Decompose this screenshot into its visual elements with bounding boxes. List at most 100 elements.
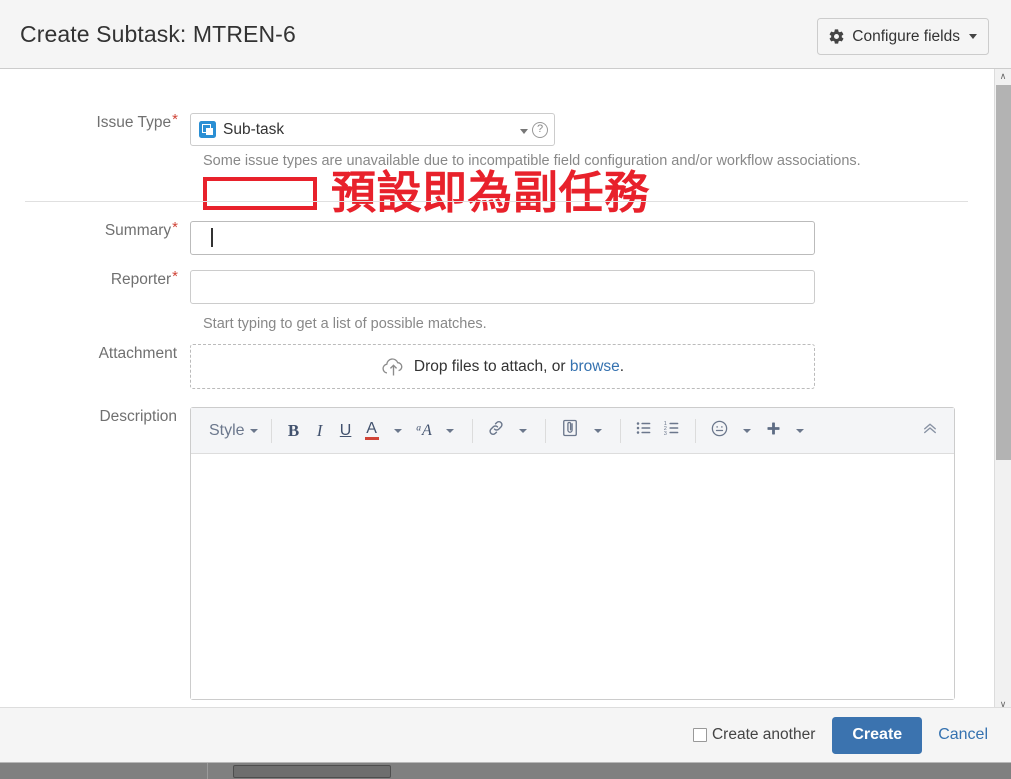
toolbar-insert-button[interactable]	[760, 416, 787, 446]
toolbar-separator	[544, 418, 546, 443]
toolbar-text-effects-dropdown[interactable]	[437, 416, 463, 446]
toolbar-link-dropdown[interactable]	[510, 416, 536, 446]
toolbar-emoji-dropdown[interactable]	[734, 416, 760, 446]
create-another-checkbox[interactable]: Create another	[692, 726, 816, 744]
field-row-summary: Summary*	[0, 219, 815, 255]
issue-type-label: Issue Type*	[0, 111, 190, 146]
sub-task-icon	[199, 121, 216, 138]
chevron-double-up-icon	[921, 419, 939, 442]
chevron-down-icon	[393, 428, 402, 433]
create-button[interactable]: Create	[832, 716, 923, 754]
browse-link[interactable]: browse	[570, 358, 620, 375]
reporter-input[interactable]	[190, 270, 815, 304]
cancel-button[interactable]: Cancel	[938, 726, 988, 744]
toolbar-text-color-dropdown[interactable]	[385, 416, 411, 446]
field-row-reporter: Reporter*	[0, 268, 815, 304]
plus-icon	[765, 420, 782, 442]
reporter-help-text: Start typing to get a list of possible m…	[203, 316, 487, 332]
attachment-label: Attachment	[0, 344, 190, 389]
dialog-footer: Create another Create Cancel	[0, 707, 1011, 762]
help-icon[interactable]: ?	[532, 122, 548, 138]
horizontal-scrollbar-thumb[interactable]	[233, 765, 391, 778]
cloud-upload-icon	[381, 356, 406, 378]
bullet-list-icon	[635, 419, 653, 442]
chevron-down-icon	[742, 428, 751, 433]
chevron-down-icon	[795, 428, 804, 433]
toolbar-separator	[694, 418, 696, 443]
field-row-attachment: Attachment Drop files to attach, or brow…	[0, 344, 815, 389]
chevron-down-icon	[593, 428, 602, 433]
toolbar-emoji-button[interactable]	[705, 416, 734, 446]
description-editor: Style B I U A ᵃA 1 2 3	[190, 407, 955, 700]
toolbar-style-label: Style	[209, 421, 245, 439]
horizontal-scrollbar[interactable]	[0, 762, 1011, 779]
attachment-label-text: Attachment	[98, 345, 177, 362]
toolbar-style-button[interactable]: Style	[201, 416, 262, 446]
field-row-issue-type: Issue Type* Sub-task ?	[0, 111, 555, 146]
issue-type-select[interactable]: Sub-task ?	[190, 113, 555, 146]
toolbar-attach-button[interactable]	[555, 416, 585, 446]
reporter-label: Reporter*	[0, 268, 190, 304]
toolbar-attach-dropdown[interactable]	[585, 416, 611, 446]
page-title: Create Subtask: MTREN-6	[20, 21, 296, 47]
toolbar-collapse-button[interactable]	[916, 416, 944, 446]
dialog-header: Create Subtask: MTREN-6 Configure fields	[0, 0, 1011, 69]
toolbar-numbered-list-button[interactable]: 1 2 3	[658, 416, 686, 446]
toolbar-insert-dropdown[interactable]	[787, 416, 813, 446]
attachment-period: .	[619, 357, 625, 375]
field-row-description: Description Style B I U A ᵃA 1 2 3	[0, 407, 955, 700]
text-cursor	[211, 228, 213, 247]
dialog-body: Issue Type* Sub-task ? Some issue types …	[0, 69, 994, 712]
vertical-scrollbar[interactable]: ∧ ∨	[994, 69, 1011, 712]
vertical-scrollbar-thumb[interactable]	[996, 85, 1011, 460]
link-icon	[487, 419, 505, 442]
scrollbar-divider	[207, 763, 208, 779]
svg-text:3: 3	[663, 431, 666, 437]
toolbar-separator	[270, 418, 272, 443]
gear-icon	[828, 28, 845, 45]
editor-toolbar: Style B I U A ᵃA 1 2 3	[191, 408, 954, 454]
toolbar-text-effects-button[interactable]: ᵃA	[411, 416, 437, 446]
annotation-text: 預設即為副任務	[331, 166, 650, 219]
toolbar-separator	[619, 418, 621, 443]
configure-fields-button[interactable]: Configure fields	[817, 18, 989, 55]
toolbar-text-color-label: A	[366, 419, 377, 437]
annotation-highlight-box	[203, 177, 317, 210]
attachment-drop-label: Drop files to attach, or	[413, 357, 566, 375]
toolbar-separator	[471, 418, 473, 443]
description-label-text: Description	[99, 408, 177, 425]
toolbar-underline-button[interactable]: U	[333, 416, 359, 446]
reporter-label-text: Reporter	[110, 271, 172, 288]
toolbar-italic-button[interactable]: I	[307, 416, 333, 446]
toolbar-bold-button[interactable]: B	[281, 416, 307, 446]
chevron-down-icon	[969, 34, 977, 39]
required-marker: *	[172, 268, 178, 285]
toolbar-text-color-button[interactable]: A	[359, 416, 385, 446]
required-marker: *	[172, 219, 178, 236]
create-subtask-dialog: Create Subtask: MTREN-6 Configure fields…	[0, 0, 1011, 779]
attachment-drop-text: Drop files to attach, or browse.	[414, 358, 624, 376]
toolbar-bullet-list-button[interactable]	[630, 416, 658, 446]
issue-type-label-text: Issue Type	[96, 114, 172, 131]
checkbox-box[interactable]	[692, 728, 707, 742]
required-marker: *	[172, 111, 178, 128]
configure-fields-label: Configure fields	[852, 27, 960, 45]
issue-type-help-text: Some issue types are unavailable due to …	[203, 153, 861, 169]
create-another-label: Create another	[711, 726, 816, 743]
summary-input[interactable]	[190, 221, 815, 255]
scroll-up-arrow-icon[interactable]: ∧	[995, 69, 1011, 84]
description-textarea[interactable]	[191, 454, 954, 699]
summary-label-text: Summary	[104, 222, 172, 239]
paperclip-icon	[560, 418, 580, 443]
numbered-list-icon: 1 2 3	[663, 419, 681, 442]
description-label: Description	[0, 407, 190, 700]
text-color-swatch	[364, 436, 379, 440]
chevron-down-icon	[518, 428, 527, 433]
chevron-down-icon[interactable]	[520, 129, 528, 134]
summary-label: Summary*	[0, 219, 190, 255]
issue-type-selected-value: Sub-task	[223, 120, 285, 138]
attachment-dropzone[interactable]: Drop files to attach, or browse.	[190, 344, 815, 389]
toolbar-link-button[interactable]	[482, 416, 510, 446]
chevron-down-icon	[249, 428, 258, 433]
chevron-down-icon	[445, 428, 454, 433]
